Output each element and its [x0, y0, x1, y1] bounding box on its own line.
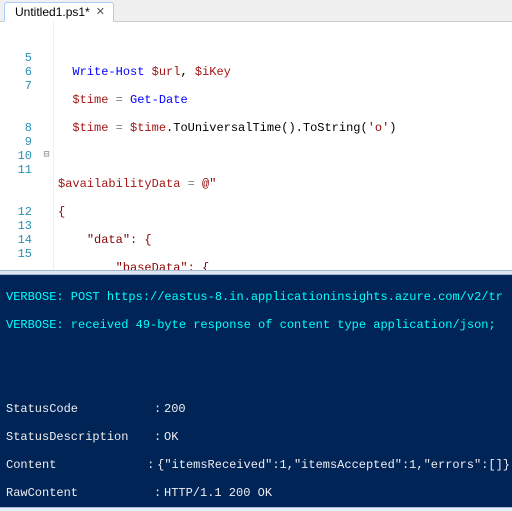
output-row: RawContent: HTTP/1.1 200 OK	[6, 486, 510, 500]
console-output[interactable]: VERBOSE: POST https://eastus-8.in.applic…	[0, 275, 512, 507]
fold-column: ⊟	[40, 22, 54, 270]
output-row: StatusCode: 200	[6, 402, 510, 416]
tab-bar: Untitled1.ps1* ✕	[0, 0, 512, 22]
code-body[interactable]: Write-Host $url, $iKey $time = Get-Date …	[54, 22, 505, 270]
file-tab-title: Untitled1.ps1*	[15, 5, 90, 19]
close-icon[interactable]: ✕	[96, 7, 105, 18]
output-row: StatusDescription: OK	[6, 430, 510, 444]
file-tab[interactable]: Untitled1.ps1* ✕	[4, 2, 114, 22]
code-editor[interactable]: 567 891011 12131415 16171819 ⊟ Write-Hos…	[0, 22, 512, 270]
verbose-line: VERBOSE: received 49-byte response of co…	[6, 318, 510, 332]
line-gutter: 567 891011 12131415 16171819	[0, 22, 40, 270]
output-row: Content: {"itemsReceived":1,"itemsAccept…	[6, 458, 510, 472]
verbose-line: VERBOSE: POST https://eastus-8.in.applic…	[6, 290, 510, 304]
fold-icon[interactable]: ⊟	[40, 149, 53, 163]
status-bar	[0, 507, 512, 511]
